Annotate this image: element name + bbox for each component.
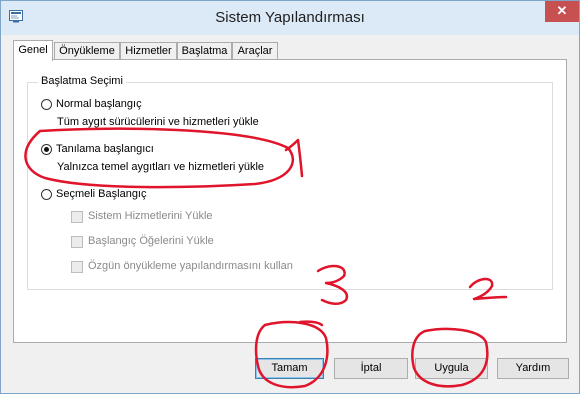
diagnostic-startup-radio[interactable] (41, 144, 52, 155)
general-tab-panel: Başlatma Seçimi Normal başlangıç Tüm ayg… (13, 59, 567, 343)
selective-startup-radio[interactable] (41, 189, 52, 200)
load-startup-items-label: Başlangıç Öğelerini Yükle (88, 235, 214, 247)
diagnostic-startup-label[interactable]: Tanılama başlangıcı (56, 143, 154, 155)
startup-selection-label: Başlatma Seçimi (38, 75, 126, 87)
apply-button[interactable]: Uygula (415, 358, 488, 379)
cancel-button[interactable]: İptal (334, 358, 408, 379)
tab-tools[interactable]: Araçlar (232, 42, 278, 59)
load-system-services-label: Sistem Hizmetlerini Yükle (88, 210, 213, 222)
close-button[interactable]: ✕ (545, 1, 579, 22)
window-title: Sistem Yapılandırması (215, 9, 365, 26)
title-bar[interactable]: Sistem Yapılandırması ✕ (1, 1, 579, 35)
tab-services[interactable]: Hizmetler (120, 42, 177, 59)
load-system-services-checkbox (71, 211, 83, 223)
normal-startup-radio[interactable] (41, 99, 52, 110)
use-original-boot-config-checkbox (71, 261, 83, 273)
tab-startup[interactable]: Başlatma (177, 42, 232, 59)
use-original-boot-config-label: Özgün önyükleme yapılandırmasını kullan (88, 260, 293, 272)
system-configuration-window: Sistem Yapılandırması ✕ Genel Önyükleme … (0, 0, 580, 394)
tab-boot[interactable]: Önyükleme (54, 42, 120, 59)
help-button[interactable]: Yardım (497, 358, 569, 379)
tab-general[interactable]: Genel (13, 40, 53, 61)
selective-startup-label[interactable]: Seçmeli Başlangıç (56, 188, 147, 200)
normal-startup-description: Tüm aygıt sürücülerini ve hizmetleri yük… (57, 116, 259, 128)
load-startup-items-checkbox (71, 236, 83, 248)
startup-selection-group: Başlatma Seçimi Normal başlangıç Tüm ayg… (27, 75, 553, 290)
normal-startup-label[interactable]: Normal başlangıç (56, 98, 142, 110)
ok-button[interactable]: Tamam (255, 358, 324, 379)
close-icon: ✕ (556, 3, 568, 18)
diagnostic-startup-description: Yalnızca temel aygıtları ve hizmetleri y… (57, 161, 265, 173)
